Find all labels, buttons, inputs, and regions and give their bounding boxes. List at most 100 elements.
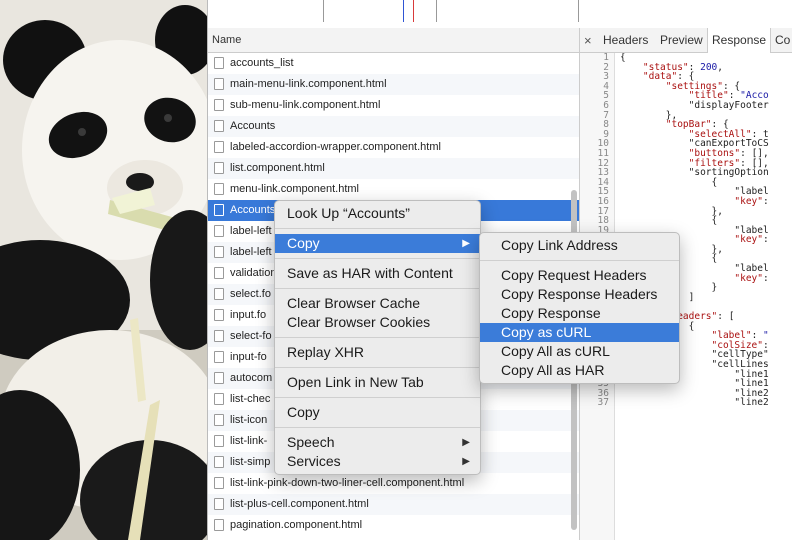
menu-item-save-har[interactable]: Save as HAR with Content bbox=[275, 264, 480, 283]
request-context-menu: Look Up “Accounts” Copy ▶ Save as HAR wi… bbox=[274, 200, 481, 475]
request-name: labeled-accordion-wrapper.component.html bbox=[230, 141, 441, 153]
submenu-item-copy-request-headers[interactable]: Copy Request Headers bbox=[480, 266, 679, 285]
file-icon bbox=[214, 267, 224, 279]
tab-cookies[interactable]: Co bbox=[775, 28, 790, 53]
menu-item-look-up[interactable]: Look Up “Accounts” bbox=[275, 204, 480, 223]
menu-item-copy-submenu[interactable]: Copy ▶ bbox=[275, 234, 480, 253]
panda-background-image bbox=[0, 0, 207, 540]
file-icon bbox=[214, 435, 224, 447]
request-name: sub-menu-link.component.html bbox=[230, 99, 381, 111]
file-icon bbox=[214, 351, 224, 363]
request-name: select-fo bbox=[230, 330, 272, 342]
file-icon bbox=[214, 393, 224, 405]
menu-item-services[interactable]: Services ▶ bbox=[275, 452, 480, 471]
submenu-item-copy-response[interactable]: Copy Response bbox=[480, 304, 679, 323]
submenu-item-copy-all-as-har[interactable]: Copy All as HAR bbox=[480, 361, 679, 380]
request-row[interactable]: list-plus-cell.component.html bbox=[208, 494, 579, 515]
menu-separator bbox=[480, 260, 679, 261]
tab-headers[interactable]: Headers bbox=[603, 28, 648, 53]
request-name: list-plus-cell.component.html bbox=[230, 498, 369, 510]
menu-item-copy[interactable]: Copy bbox=[275, 403, 480, 422]
menu-separator bbox=[275, 337, 480, 338]
request-name: input.fo bbox=[230, 309, 267, 321]
submenu-item-copy-link-address[interactable]: Copy Link Address bbox=[480, 236, 679, 255]
request-row[interactable]: main-menu-link.component.html bbox=[208, 74, 579, 95]
file-icon bbox=[214, 456, 224, 468]
request-row[interactable]: Accounts bbox=[208, 116, 579, 137]
request-name: label-left bbox=[230, 246, 272, 258]
timeline-gridline bbox=[436, 0, 437, 22]
request-name: accounts_list bbox=[230, 57, 294, 69]
file-icon bbox=[214, 141, 224, 153]
file-icon bbox=[214, 246, 224, 258]
request-name: autocom bbox=[230, 372, 273, 384]
menu-separator bbox=[275, 288, 480, 289]
file-icon bbox=[214, 477, 224, 489]
timeline-gridline bbox=[578, 0, 579, 22]
menu-separator bbox=[275, 427, 480, 428]
close-details-icon[interactable]: × bbox=[584, 28, 592, 53]
request-row[interactable]: list-link-pink-down-two-liner-cell.compo… bbox=[208, 473, 579, 494]
menu-item-clear-cookies[interactable]: Clear Browser Cookies bbox=[275, 313, 480, 332]
menu-item-label: Services bbox=[287, 453, 341, 469]
request-name: main-menu-link.component.html bbox=[230, 78, 387, 90]
submenu-item-copy-as-curl[interactable]: Copy as cURL bbox=[480, 323, 679, 342]
code-line: "line2 bbox=[620, 397, 769, 409]
request-name: list-chec bbox=[230, 393, 271, 405]
submenu-item-copy-all-as-curl[interactable]: Copy All as cURL bbox=[480, 342, 679, 361]
request-name: input-fo bbox=[230, 351, 267, 363]
file-icon bbox=[214, 57, 224, 69]
tab-preview[interactable]: Preview bbox=[660, 28, 703, 53]
file-icon bbox=[214, 498, 224, 510]
file-icon bbox=[214, 414, 224, 426]
network-timeline-overview[interactable] bbox=[208, 0, 792, 29]
submenu-item-copy-response-headers[interactable]: Copy Response Headers bbox=[480, 285, 679, 304]
panda-illustration bbox=[0, 0, 207, 540]
request-name: menu-link.component.html bbox=[230, 183, 360, 195]
request-name: pagination.component.html bbox=[230, 519, 363, 531]
request-name: list.component.html bbox=[230, 162, 325, 174]
file-icon bbox=[214, 372, 224, 384]
line-number: 37 bbox=[597, 397, 609, 409]
file-icon bbox=[214, 162, 224, 174]
request-row[interactable]: list.component.html bbox=[208, 158, 579, 179]
request-name: list-icon bbox=[230, 414, 268, 426]
file-icon bbox=[214, 204, 224, 216]
timeline-domcontentloaded-marker bbox=[403, 0, 404, 22]
request-name: validation bbox=[230, 267, 277, 279]
tab-response[interactable]: Response bbox=[707, 28, 772, 53]
request-row[interactable]: labeled-accordion-wrapper.component.html bbox=[208, 137, 579, 158]
menu-separator bbox=[275, 228, 480, 229]
file-icon bbox=[214, 99, 224, 111]
detail-tabs: × Headers Preview Response Co bbox=[580, 28, 792, 53]
menu-separator bbox=[275, 397, 480, 398]
request-name: label-left bbox=[230, 225, 272, 237]
menu-item-speech[interactable]: Speech ▶ bbox=[275, 433, 480, 452]
menu-item-label: Speech bbox=[287, 434, 335, 450]
request-name: list-simp bbox=[230, 456, 271, 468]
request-row[interactable]: sub-menu-link.component.html bbox=[208, 95, 579, 116]
menu-item-open-link[interactable]: Open Link in New Tab bbox=[275, 373, 480, 392]
menu-item-replay-xhr[interactable]: Replay XHR bbox=[275, 343, 480, 362]
file-icon bbox=[214, 120, 224, 132]
submenu-arrow-icon: ▶ bbox=[462, 437, 470, 448]
request-name: Accounts bbox=[230, 120, 276, 132]
timeline-gridline bbox=[323, 0, 324, 22]
request-name: select.fo bbox=[230, 288, 271, 300]
menu-separator bbox=[275, 258, 480, 259]
request-row[interactable]: pagination.component.html bbox=[208, 515, 579, 536]
copy-submenu: Copy Link Address Copy Request Headers C… bbox=[479, 232, 680, 384]
file-icon bbox=[214, 309, 224, 321]
file-icon bbox=[214, 183, 224, 195]
menu-item-clear-cache[interactable]: Clear Browser Cache bbox=[275, 294, 480, 313]
request-name: list-link-pink-down-two-liner-cell.compo… bbox=[230, 477, 465, 489]
request-name: Accounts bbox=[230, 204, 276, 216]
submenu-arrow-icon: ▶ bbox=[462, 456, 470, 467]
request-row[interactable]: menu-link.component.html bbox=[208, 179, 579, 200]
file-icon bbox=[214, 78, 224, 90]
submenu-arrow-icon: ▶ bbox=[462, 238, 470, 249]
name-column-header[interactable]: Name bbox=[208, 28, 580, 53]
menu-separator bbox=[275, 367, 480, 368]
request-row[interactable]: accounts_list bbox=[208, 53, 579, 74]
request-name: list-link- bbox=[230, 435, 268, 447]
